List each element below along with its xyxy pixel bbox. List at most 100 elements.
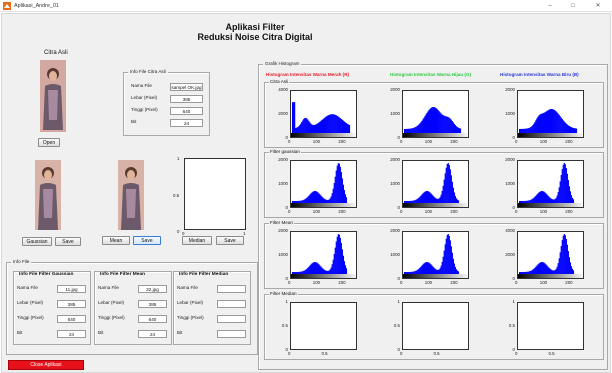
histogram-x-tick: 0 [400, 139, 403, 144]
info-filter-field-value[interactable] [217, 330, 246, 338]
info-filter-field-value[interactable]: 24 [57, 330, 86, 338]
info-filter-field-value[interactable]: 11.jpg [57, 285, 86, 293]
minimize-button[interactable]: – [540, 0, 560, 12]
histogram-x-tick: 0 [515, 209, 518, 214]
histogram-bar [457, 200, 460, 203]
person-photo [35, 160, 61, 230]
histogram-y-tick: 1000 [390, 111, 400, 116]
histogram-x-tick: 0 [288, 351, 291, 356]
histogram-axes [290, 160, 357, 208]
close-aplikasi-button[interactable]: Close Aplikasi [8, 360, 84, 370]
info-filter-field-value[interactable]: 22.jpg [138, 285, 167, 293]
open-button[interactable]: Open [38, 138, 60, 147]
gaussian-image [35, 160, 61, 230]
info-filter-field-label: Tinggi (Pixel) [17, 315, 44, 320]
histogram-y-tick: 1000 [278, 252, 288, 257]
histogram-axes [517, 160, 584, 208]
histogram-y-tick: 1 [285, 299, 288, 304]
histogram-x-tick: 100 [539, 280, 548, 285]
histogram-y-tick: 2000 [390, 228, 400, 233]
histogram-x-tick: 100 [312, 209, 321, 214]
histogram-x-tick: 0.5 [433, 351, 440, 356]
info-asli-field-value[interactable]: sampel OK.jpg [170, 83, 203, 91]
info-filter-field-value[interactable]: 640 [138, 315, 167, 323]
histogram-y-tick: 2000 [505, 252, 515, 257]
info-asli-field-label: Nama File [131, 83, 152, 88]
histogram-y-tick: 1000 [505, 181, 515, 186]
histogram-x-tick: 0 [288, 139, 291, 144]
histogram-x-tick: 200 [450, 280, 458, 285]
mean-save-button[interactable]: Save [133, 236, 161, 245]
histogram-x-tick: 200 [338, 139, 346, 144]
histogram-axes [402, 231, 469, 279]
info-filter-field-value[interactable]: 24 [138, 330, 167, 338]
histogram-column-title: Histogram Intensitas Warna Biru (B) [500, 72, 579, 77]
histogram-y-tick: 2000 [278, 228, 288, 233]
histogram-axes [517, 231, 584, 279]
histogram-x-tick: 100 [424, 280, 433, 285]
info-filter-field-value[interactable]: 640 [57, 315, 86, 323]
histogram-x-tick: 0 [288, 280, 291, 285]
info-asli-field-value[interactable]: 640 [170, 107, 203, 115]
histogram-bar [457, 271, 460, 274]
info-asli-field-label: Tinggi (Pixel) [131, 107, 158, 112]
mean-button[interactable]: Mean [102, 236, 130, 245]
histogram-axes [402, 90, 469, 138]
histogram-x-tick: 0 [288, 209, 291, 214]
histogram-x-tick: 100 [312, 139, 321, 144]
person-photo [40, 60, 66, 132]
histogram-x-tick: 200 [450, 209, 458, 214]
info-filter-field-label: Nama File [177, 285, 198, 290]
intensity-colorbar [518, 274, 583, 278]
info-file-title: Info File [11, 259, 32, 265]
info-asli-field-value[interactable]: 385 [170, 95, 203, 103]
histogram-bar [459, 128, 462, 133]
info-asli-field-value[interactable]: 24 [170, 119, 203, 127]
info-filter-field-value[interactable]: 385 [138, 300, 167, 308]
histogram-axes [517, 90, 584, 138]
empty-histogram-axes [402, 302, 469, 350]
histogram-row-title: Citra Asli [269, 79, 290, 84]
histogram-y-tick: 0 [512, 135, 515, 140]
info-asli-field-label: Lebar (Pixel) [131, 95, 158, 100]
histogram-y-tick: 0.5 [508, 323, 515, 328]
histogram-y-tick: 0 [512, 347, 515, 352]
info-filter-field-label: Tinggi (Pixel) [98, 315, 125, 320]
histogram-y-tick: 1 [512, 299, 515, 304]
histogram-y-tick: 0 [285, 347, 288, 352]
info-filter-field-value[interactable]: 385 [57, 300, 86, 308]
gaussian-button[interactable]: Gaussian [22, 237, 52, 246]
median-button[interactable]: Median [182, 236, 212, 245]
histogram-y-tick: 2000 [278, 157, 288, 162]
intensity-colorbar [291, 203, 356, 207]
histogram-y-tick: 4000 [278, 87, 288, 92]
intensity-colorbar [403, 203, 468, 207]
histogram-axes [290, 90, 357, 138]
info-filter-field-value[interactable] [217, 285, 246, 293]
app-title: Aplikasi Filter [225, 22, 285, 32]
info-filter-field-value[interactable] [217, 300, 246, 308]
median-save-button[interactable]: Save [216, 236, 244, 245]
app-subtitle: Reduksi Noise Citra Digital [197, 32, 313, 42]
info-citra-asli-title: Info File Citra Asli [128, 69, 168, 75]
histogram-x-tick: 0 [400, 209, 403, 214]
histogram-x-tick: 200 [565, 280, 573, 285]
histogram-row-title: Filter Median [269, 291, 298, 296]
histogram-column-title: Histogram Intensitas Warna Hijau (G) [390, 72, 471, 77]
histogram-bar [572, 270, 575, 274]
histogram-x-tick: 100 [424, 209, 433, 214]
empty-histogram-axes [517, 302, 584, 350]
histogram-x-tick: 100 [539, 139, 548, 144]
matlab-icon [3, 2, 11, 10]
histogram-axes [290, 231, 357, 279]
info-filter-group-title: Info File Filter Mean [100, 272, 146, 277]
histogram-x-tick: 0 [515, 139, 518, 144]
gaussian-save-button[interactable]: Save [55, 237, 81, 246]
histogram-y-tick: 0 [397, 135, 400, 140]
info-filter-field-label: Nama File [17, 285, 38, 290]
close-window-button[interactable]: ✕ [588, 0, 608, 12]
intensity-colorbar [403, 133, 468, 137]
histogram-x-tick: 100 [424, 139, 433, 144]
info-filter-field-value[interactable] [217, 315, 246, 323]
maximize-button[interactable]: □ [563, 0, 583, 12]
